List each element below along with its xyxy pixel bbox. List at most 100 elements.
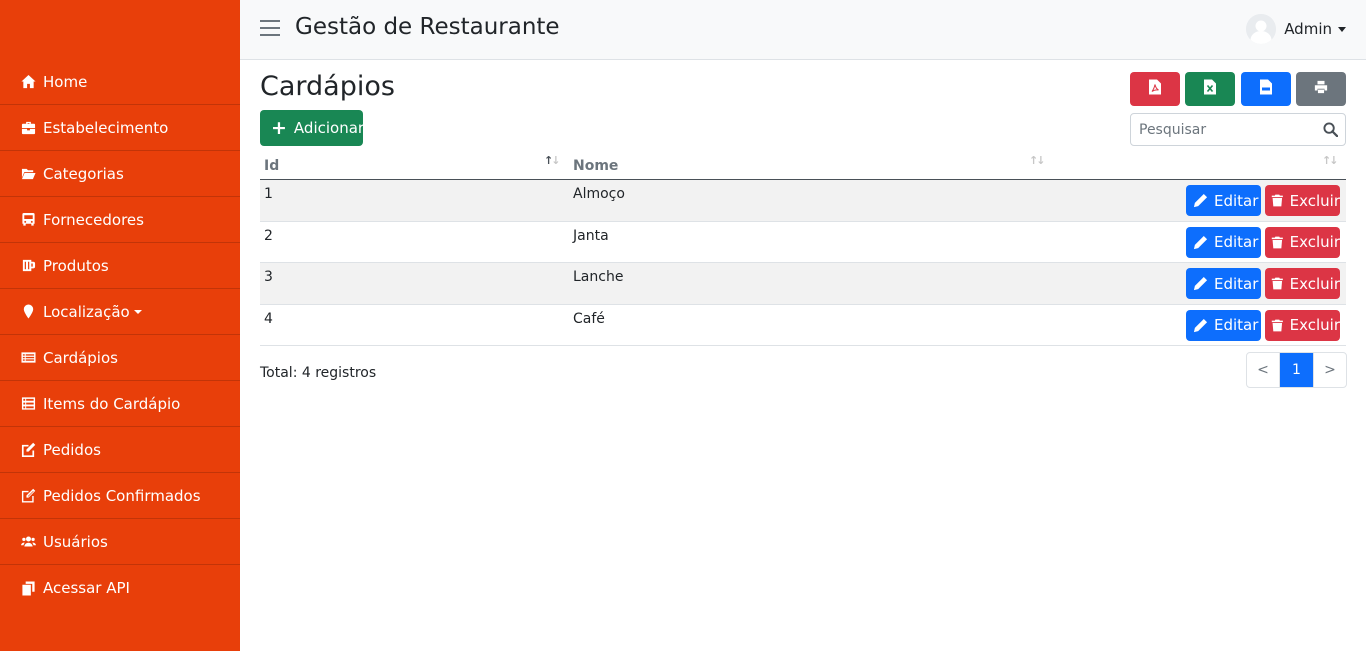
file-excel-icon xyxy=(1203,79,1217,99)
map-marker-icon xyxy=(20,304,36,320)
sidebar-item-label: Acessar API xyxy=(43,579,130,597)
pencil-icon xyxy=(1193,318,1208,332)
top-navbar: Gestão de Restaurante Admin xyxy=(240,0,1366,60)
sort-icon[interactable]: ↑↓ xyxy=(544,154,561,167)
column-header-nome[interactable]: Nome xyxy=(573,158,618,174)
chevron-down-icon xyxy=(1338,26,1346,32)
cell-id: 1 xyxy=(264,186,273,202)
sidebar: Home Estabelecimento Categorias Forneced… xyxy=(0,0,240,651)
edit-outline-icon xyxy=(20,488,36,504)
total-records: Total: 4 registros xyxy=(260,365,377,381)
cell-nome: Lanche xyxy=(573,269,624,285)
sidebar-item-label: Produtos xyxy=(43,256,109,275)
copy-icon xyxy=(20,580,36,596)
edit-button[interactable]: Editar xyxy=(1186,268,1261,299)
sidebar-item-pedidos-confirmados[interactable]: Pedidos Confirmados xyxy=(0,473,240,519)
folder-open-icon xyxy=(20,166,36,182)
add-button-label: Adicionar xyxy=(293,119,365,137)
delete-button[interactable]: Excluir xyxy=(1265,226,1340,258)
edit-button[interactable]: Editar xyxy=(1186,226,1261,258)
print-icon xyxy=(1314,79,1328,99)
briefcase-icon xyxy=(20,120,36,136)
export-pdf-button[interactable] xyxy=(1130,72,1180,106)
search-input[interactable] xyxy=(1131,114,1311,145)
cell-nome: Café xyxy=(573,310,605,327)
sidebar-item-fornecedores[interactable]: Fornecedores xyxy=(0,197,240,243)
user-menu[interactable]: Admin xyxy=(1246,14,1346,44)
delete-button-label: Excluir xyxy=(1289,316,1340,334)
user-name: Admin xyxy=(1284,20,1332,38)
app-title: Gestão de Restaurante xyxy=(295,14,560,40)
sidebar-item-home[interactable]: Home xyxy=(0,59,240,105)
file-pdf-icon xyxy=(1148,79,1162,99)
pagination-prev-button[interactable]: < xyxy=(1247,353,1280,387)
edit-button[interactable]: Editar xyxy=(1186,309,1261,341)
plus-icon: + xyxy=(271,116,287,139)
search-box xyxy=(1130,113,1346,146)
list-alt-icon xyxy=(20,350,36,366)
cell-id: 2 xyxy=(264,227,273,244)
edit-button-label: Editar xyxy=(1214,233,1259,251)
print-button[interactable] xyxy=(1296,72,1346,106)
table-row: 4 Café Editar Excluir xyxy=(260,305,1346,346)
file-csv-icon xyxy=(1259,79,1273,99)
search-icon[interactable] xyxy=(1323,122,1339,138)
sidebar-item-label: Items do Cardápio xyxy=(43,394,181,413)
pencil-icon xyxy=(1193,276,1208,291)
column-header-id[interactable]: Id xyxy=(264,158,279,174)
page-title: Cardápios xyxy=(260,71,395,102)
pencil-icon xyxy=(1193,193,1208,208)
trash-icon xyxy=(1271,319,1283,331)
delete-button[interactable]: Excluir xyxy=(1265,268,1340,299)
table-row: 3 Lanche Editar Excluir xyxy=(260,263,1346,305)
sidebar-item-categorias[interactable]: Categorias xyxy=(0,151,240,197)
cell-nome: Almoço xyxy=(573,186,625,202)
cell-id: 4 xyxy=(264,310,273,327)
sidebar-item-produtos[interactable]: Produtos xyxy=(0,243,240,289)
bus-icon xyxy=(20,212,36,228)
sidebar-item-items-do-cardapio[interactable]: Items do Cardápio xyxy=(0,381,240,427)
edit-button-label: Editar xyxy=(1214,191,1259,210)
delete-button-label: Excluir xyxy=(1289,233,1340,251)
sidebar-item-label: Localização xyxy=(43,302,130,321)
sidebar-item-label: Categorias xyxy=(43,164,124,183)
sidebar-item-pedidos[interactable]: Pedidos xyxy=(0,427,240,473)
sidebar-item-estabelecimento[interactable]: Estabelecimento xyxy=(0,105,240,151)
sidebar-item-label: Pedidos Confirmados xyxy=(43,486,201,505)
sidebar-item-acessar-api[interactable]: Acessar API xyxy=(0,565,240,611)
hamburger-menu-icon[interactable] xyxy=(260,20,280,37)
sidebar-item-label: Fornecedores xyxy=(43,210,144,229)
sidebar-item-cardapios[interactable]: Cardápios xyxy=(0,335,240,381)
sidebar-item-label: Cardápios xyxy=(43,348,118,367)
edit-button-label: Editar xyxy=(1214,274,1259,293)
pagination-page-button[interactable]: 1 xyxy=(1280,353,1313,387)
pagination-next-button[interactable]: > xyxy=(1313,353,1346,387)
sidebar-menu: Home Estabelecimento Categorias Forneced… xyxy=(0,59,240,611)
chevron-down-icon xyxy=(133,309,142,314)
data-table: Id ↑↓ Nome ↑↓ ↑↓ 1 Almoço Editar Excluir… xyxy=(260,150,1346,346)
avatar xyxy=(1246,14,1277,44)
delete-button[interactable]: Excluir xyxy=(1265,185,1340,216)
cell-nome: Janta xyxy=(573,227,609,244)
trash-icon xyxy=(1271,194,1283,207)
list-icon xyxy=(20,396,36,412)
table-row: 1 Almoço Editar Excluir xyxy=(260,180,1346,222)
delete-button-label: Excluir xyxy=(1289,274,1340,293)
mug-icon xyxy=(20,258,36,274)
sidebar-item-label: Home xyxy=(43,72,88,91)
home-icon xyxy=(20,74,36,90)
sidebar-item-usuarios[interactable]: Usuários xyxy=(0,519,240,565)
sort-icon[interactable]: ↑↓ xyxy=(1322,154,1339,167)
add-button[interactable]: + Adicionar xyxy=(260,110,365,146)
edit-button[interactable]: Editar xyxy=(1186,185,1261,216)
sidebar-item-label: Usuários xyxy=(43,532,108,551)
pagination: < 1 > xyxy=(1246,352,1347,388)
export-csv-button[interactable] xyxy=(1241,72,1291,106)
sort-icon[interactable]: ↑↓ xyxy=(1029,154,1046,167)
trash-icon xyxy=(1271,236,1283,248)
cell-id: 3 xyxy=(264,269,273,285)
edit-button-label: Editar xyxy=(1214,316,1259,334)
delete-button[interactable]: Excluir xyxy=(1265,309,1340,341)
export-excel-button[interactable] xyxy=(1185,72,1235,106)
sidebar-item-localizacao[interactable]: Localização xyxy=(0,289,240,335)
